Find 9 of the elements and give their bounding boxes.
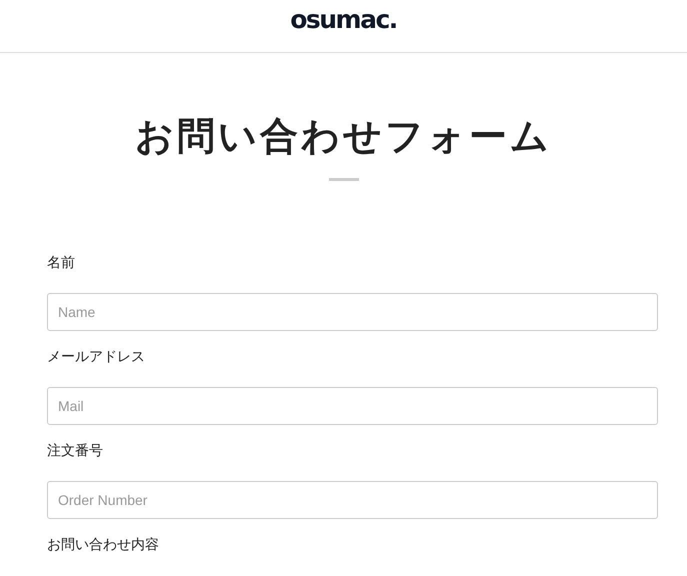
field-label: 名前 [47,254,75,273]
field-label: 注文番号 [47,442,103,461]
input-field[interactable]: Name [47,293,658,331]
page-title: お問い合わせフォーム [134,113,553,160]
input-field[interactable]: Order Number [47,481,658,519]
input-field[interactable]: Mail [47,387,658,425]
logo[interactable]: osumac. [290,4,397,34]
field-label: お問い合わせ内容 [47,536,159,555]
field-label: メールアドレス [47,348,145,367]
